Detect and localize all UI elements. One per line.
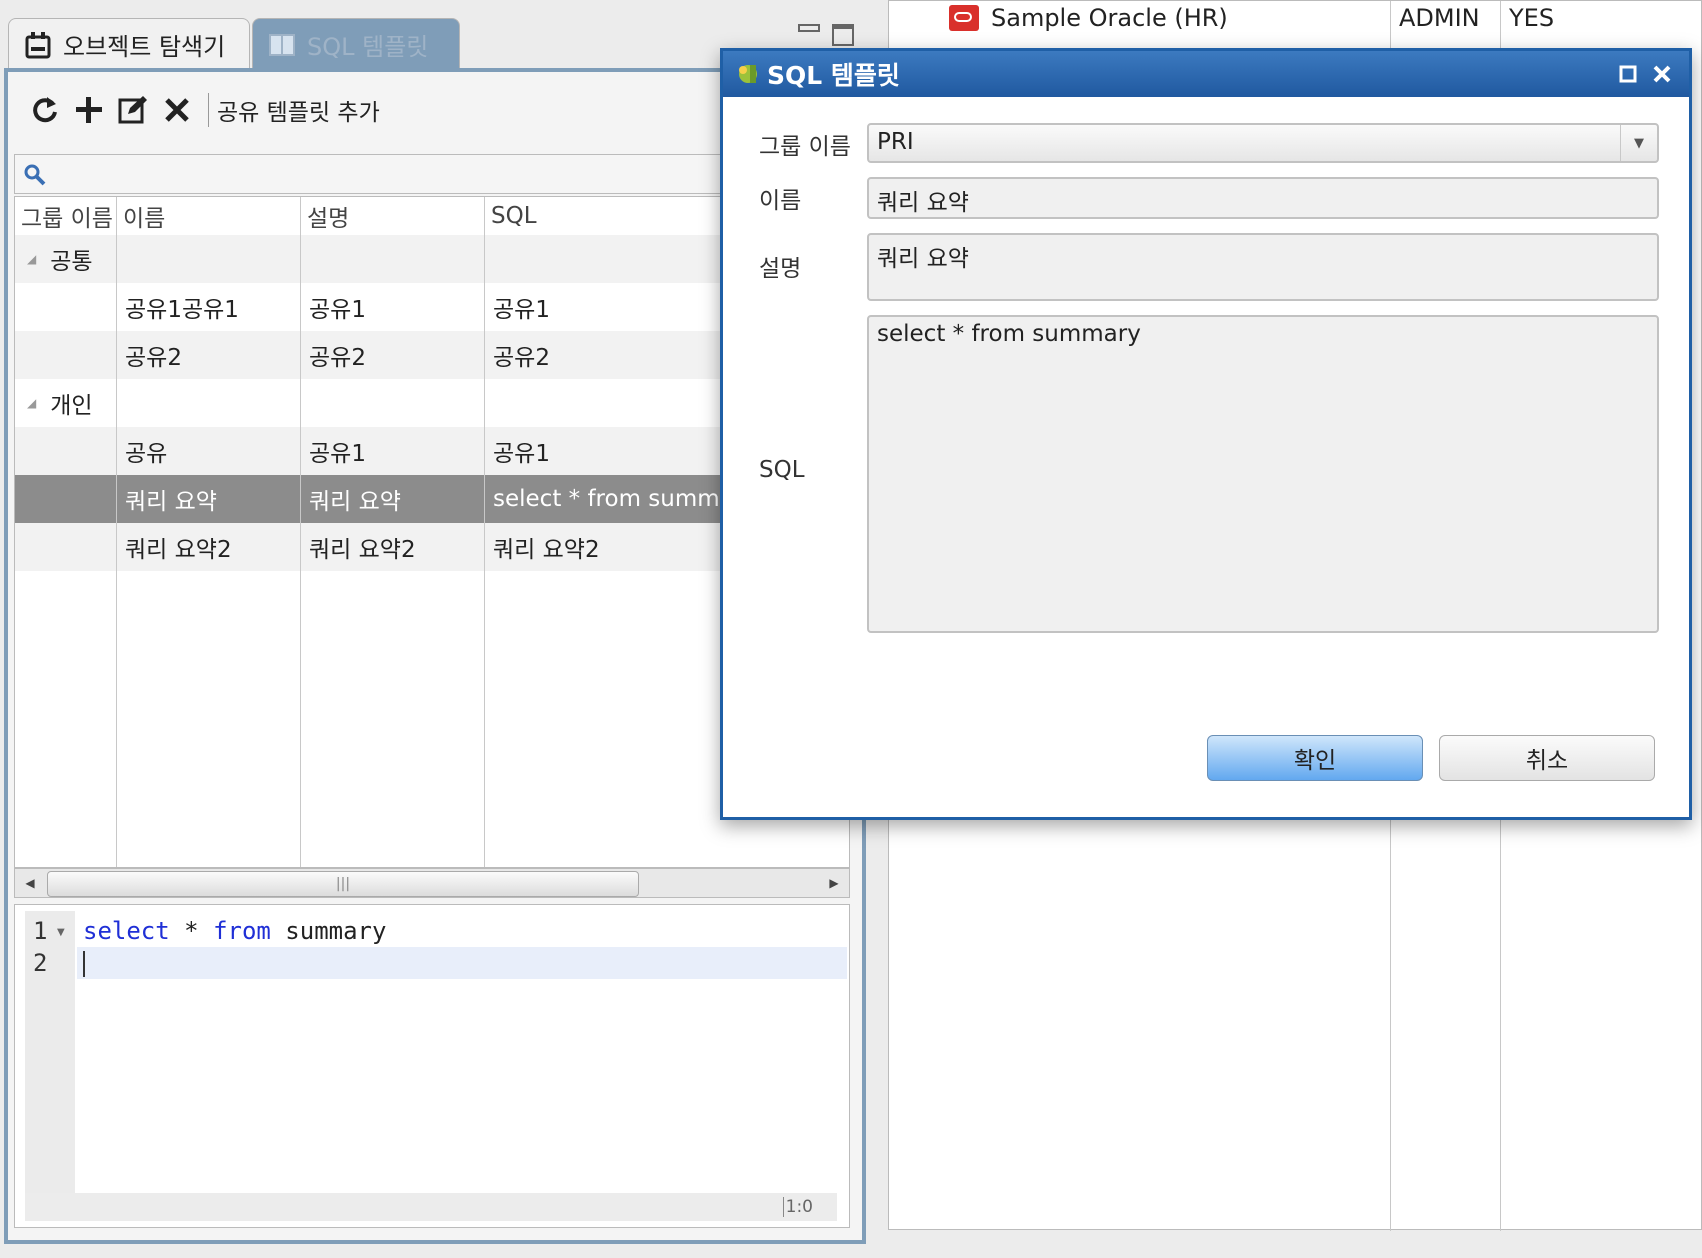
cell-name: 쿼리 요약 <box>125 489 217 515</box>
book-icon <box>267 30 297 60</box>
column-divider <box>484 197 485 867</box>
database-icon <box>23 30 53 60</box>
group-name-select[interactable]: PRI ▼ <box>867 123 1659 163</box>
cell-desc: 공유1 <box>309 297 366 323</box>
search-input[interactable] <box>14 154 754 194</box>
cell-desc: 공유1 <box>309 441 366 467</box>
fold-arrow-icon[interactable]: ▼ <box>57 927 65 938</box>
tab-label: SQL 템플릿 <box>307 33 429 61</box>
group-name-label: 그룹 이름 <box>759 134 851 160</box>
close-icon[interactable] <box>1647 59 1677 89</box>
scroll-right-arrow-icon[interactable]: ▶ <box>819 869 849 897</box>
code-line-1: select * from summary <box>83 917 386 945</box>
name-field[interactable]: 쿼리 요약 <box>867 177 1659 219</box>
text-cursor <box>83 951 85 977</box>
column-header-desc[interactable]: 설명 <box>301 197 485 235</box>
chevron-down-icon[interactable]: ▼ <box>1620 125 1657 161</box>
edit-button[interactable] <box>112 89 154 131</box>
column-divider <box>116 197 117 867</box>
cursor-position: 1:0 <box>782 1197 813 1217</box>
collapse-triangle-icon[interactable]: ◢ <box>27 396 36 410</box>
group-name: 개인 <box>50 393 93 419</box>
scroll-left-arrow-icon[interactable]: ◀ <box>15 869 45 897</box>
cell-desc: 쿼리 요약2 <box>309 537 416 563</box>
editor-status-bar: 1:0 <box>25 1193 837 1221</box>
maximize-icon[interactable] <box>832 24 854 46</box>
sql-operator: * <box>169 917 214 945</box>
delete-button[interactable] <box>156 89 198 131</box>
refresh-button[interactable] <box>24 89 66 131</box>
cell-desc: 공유2 <box>309 345 366 371</box>
column-header-group[interactable]: 그룹 이름 <box>15 197 117 235</box>
sql-keyword: select <box>83 917 170 945</box>
sql-keyword: from <box>213 917 271 945</box>
connection-name: Sample Oracle (HR) <box>991 4 1228 32</box>
tab-object-explorer[interactable]: 오브젝트 탐색기 <box>8 18 250 70</box>
line-number: 1 <box>33 917 48 945</box>
connection-flag: YES <box>1509 4 1555 32</box>
cell-name: 쿼리 요약2 <box>125 537 232 563</box>
connection-row[interactable]: Sample Oracle (HR) <box>949 1 1228 35</box>
minimize-icon[interactable] <box>798 24 820 32</box>
cell-name: 공유 <box>125 441 168 467</box>
add-shared-template-button[interactable]: 공유 템플릿 추가 <box>217 93 380 127</box>
tab-label: 오브젝트 탐색기 <box>63 33 226 61</box>
edit-icon <box>118 96 147 124</box>
group-name: 공통 <box>50 249 93 275</box>
template-icon <box>733 59 763 89</box>
scrollbar-thumb[interactable]: ||| <box>47 871 639 897</box>
line-number: 2 <box>33 949 48 977</box>
sql-editor[interactable]: 1 ▼ 2 select * from summary 1:0 <box>14 904 850 1228</box>
sql-textarea[interactable]: select * from summary <box>867 315 1659 633</box>
sql-identifier: summary <box>270 917 387 945</box>
cell-name: 공유2 <box>125 345 182 371</box>
oracle-icon <box>949 5 979 31</box>
collapse-triangle-icon[interactable]: ◢ <box>27 252 36 266</box>
template-toolbar: 공유 템플릿 추가 <box>24 88 380 132</box>
add-button[interactable] <box>68 89 110 131</box>
column-divider <box>300 197 301 867</box>
cancel-button[interactable]: 취소 <box>1439 735 1655 781</box>
name-label: 이름 <box>759 188 802 214</box>
cell-name: 공유1공유1 <box>125 297 239 323</box>
connection-user: ADMIN <box>1399 4 1480 32</box>
sql-template-dialog: SQL 템플릿 그룹 이름 PRI ▼ 이름 쿼리 요약 설명 쿼리 요약 SQ… <box>720 48 1692 820</box>
cell-desc: 쿼리 요약 <box>309 489 401 515</box>
sql-label: SQL <box>759 457 805 483</box>
close-icon <box>165 98 189 122</box>
toolbar-separator <box>208 93 209 127</box>
search-icon <box>24 164 46 186</box>
column-header-name[interactable]: 이름 <box>117 197 301 235</box>
dialog-title-bar[interactable]: SQL 템플릿 <box>723 51 1689 97</box>
active-line-highlight <box>77 947 847 979</box>
refresh-icon <box>33 97 57 123</box>
description-label: 설명 <box>759 256 802 282</box>
plus-icon <box>76 97 102 123</box>
horizontal-scrollbar[interactable]: ◀ ||| ▶ <box>14 868 850 898</box>
dialog-title: SQL 템플릿 <box>767 61 900 90</box>
ok-button[interactable]: 확인 <box>1207 735 1423 781</box>
maximize-icon[interactable] <box>1613 59 1643 89</box>
description-field[interactable]: 쿼리 요약 <box>867 233 1659 301</box>
group-name-value: PRI <box>877 129 914 155</box>
tab-sql-template[interactable]: SQL 템플릿 <box>252 18 460 70</box>
